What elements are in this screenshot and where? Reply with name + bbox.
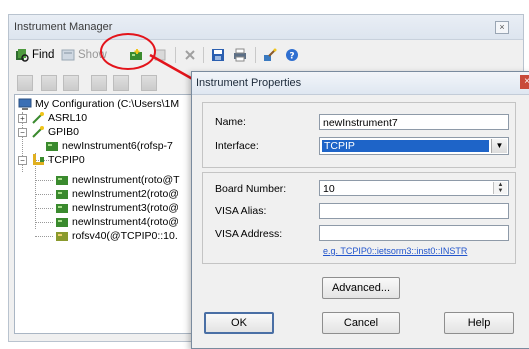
tree-item-label: newInstrument4(roto@ xyxy=(72,216,179,228)
help-icon: ? xyxy=(286,49,298,62)
configuration-tree[interactable]: My Configuration (C:\Users\1M + ASRL10 −… xyxy=(14,94,196,334)
tree-item-gpib0[interactable]: − GPIB0 xyxy=(18,125,79,139)
tree-item-instrument[interactable]: newInstrument2(roto@ xyxy=(55,187,179,201)
connection-group: Board Number: 10 ▲ ▼ VISA Alias: VISA Add… xyxy=(202,172,516,264)
board-number-label: Board Number: xyxy=(215,183,287,195)
instrument-icon xyxy=(56,190,68,199)
instrument-icon xyxy=(56,232,68,241)
find-icon xyxy=(16,49,29,62)
tree-item-label: TCPIP0 xyxy=(48,154,85,166)
toolbar-secondary-button[interactable] xyxy=(91,75,107,91)
dialog-title: Instrument Properties xyxy=(196,77,302,89)
expand-icon[interactable]: + xyxy=(18,113,27,123)
save-icon xyxy=(212,49,224,61)
manager-title: Instrument Manager xyxy=(14,21,113,33)
help-toolbar-button[interactable]: ? xyxy=(285,44,299,66)
name-field[interactable]: newInstrument7 xyxy=(319,114,509,130)
computer-icon xyxy=(18,98,32,110)
help-button[interactable]: Help xyxy=(444,312,514,334)
find-label: Find xyxy=(32,49,55,61)
tree-item-asrl10[interactable]: + ASRL10 xyxy=(18,111,87,125)
instrument-icon xyxy=(56,176,68,185)
manager-titlebar: Instrument Manager × xyxy=(9,15,523,40)
tree-root-label: My Configuration (C:\Users\1M xyxy=(35,98,180,110)
svg-text:?: ? xyxy=(289,52,294,62)
interface-select[interactable]: TCPIP ▼ xyxy=(319,137,509,155)
tree-item-label: newInstrument2(roto@ xyxy=(72,188,179,200)
tree-item-instrument[interactable]: newInstrument(roto@T xyxy=(55,173,180,187)
cancel-button[interactable]: Cancel xyxy=(322,312,400,334)
visa-address-example: e.g. TCPIP0::ietsorm3::inst0::INSTR xyxy=(323,246,468,256)
board-number-stepper[interactable]: 10 ▲ ▼ xyxy=(319,180,509,196)
collapse-icon[interactable]: − xyxy=(18,127,27,137)
delete-icon xyxy=(185,50,195,60)
general-group: Name: newInstrument7 Interface: TCPIP ▼ xyxy=(202,102,516,168)
tree-item-label: GPIB0 xyxy=(48,126,79,138)
wizard-icon xyxy=(264,48,277,61)
dialog-close-icon[interactable]: × xyxy=(520,75,529,89)
advanced-button[interactable]: Advanced... xyxy=(322,277,400,299)
tree-item-label: rofsv40(@TCPIP0::10. xyxy=(72,230,178,242)
find-button[interactable]: Find xyxy=(15,44,54,66)
instrument-icon xyxy=(56,204,68,213)
tree-item-label: newInstrument(roto@T xyxy=(72,174,180,186)
print-icon xyxy=(234,48,246,62)
tree-root[interactable]: My Configuration (C:\Users\1M xyxy=(18,97,179,111)
spinner-icon[interactable]: ▲ ▼ xyxy=(493,182,507,194)
save-button[interactable] xyxy=(211,44,225,66)
chevron-down-icon[interactable]: ▼ xyxy=(491,139,507,153)
toolbar-secondary-button[interactable] xyxy=(63,75,79,91)
dialog-titlebar: Instrument Properties × xyxy=(192,72,529,95)
name-label: Name: xyxy=(215,116,246,128)
interface-icon xyxy=(32,112,44,124)
visa-alias-label: VISA Alias: xyxy=(215,205,267,217)
toolbar-secondary-button[interactable] xyxy=(113,75,129,91)
instrument-icon xyxy=(56,218,68,227)
toolbar-secondary-button[interactable] xyxy=(141,75,157,91)
delete-button[interactable] xyxy=(183,44,197,66)
tree-item-instrument[interactable]: newInstrument4(roto@ xyxy=(55,215,179,229)
instrument-properties-dialog: Instrument Properties × Name: newInstrum… xyxy=(191,71,529,349)
tree-item-label: ASRL10 xyxy=(48,112,88,124)
visa-alias-field[interactable] xyxy=(319,203,509,219)
tree-item-label: newInstrument6(rofsp-7 xyxy=(62,140,173,152)
interface-selected-value: TCPIP xyxy=(322,140,489,152)
ok-button[interactable]: OK xyxy=(204,312,274,334)
visa-address-label: VISA Address: xyxy=(215,228,283,240)
interface-icon xyxy=(32,126,44,138)
interface-label: Interface: xyxy=(215,140,259,152)
toolbar-secondary-button[interactable] xyxy=(17,75,33,91)
tree-item-instrument[interactable]: newInstrument6(rofsp-7 xyxy=(45,139,173,153)
highlight-ellipse xyxy=(100,33,156,70)
tree-item-instrument[interactable]: rofsv40(@TCPIP0::10. xyxy=(55,229,178,243)
manager-toolbar: Find Show ? xyxy=(15,44,523,66)
collapse-icon[interactable]: − xyxy=(18,155,27,165)
toolbar-secondary-button[interactable] xyxy=(41,75,57,91)
instrument-icon xyxy=(46,142,58,151)
network-interface-icon xyxy=(33,154,44,165)
wizard-button[interactable] xyxy=(263,44,277,66)
board-number-value: 10 xyxy=(323,183,335,195)
tree-item-label: newInstrument3(roto@ xyxy=(72,202,179,214)
tree-item-instrument[interactable]: newInstrument3(roto@ xyxy=(55,201,179,215)
manager-close-icon[interactable]: × xyxy=(495,21,509,34)
tree-item-tcpip0[interactable]: − TCPIP0 xyxy=(18,153,85,167)
print-button[interactable] xyxy=(233,44,247,66)
show-icon xyxy=(61,49,75,61)
visa-address-field[interactable] xyxy=(319,225,509,241)
